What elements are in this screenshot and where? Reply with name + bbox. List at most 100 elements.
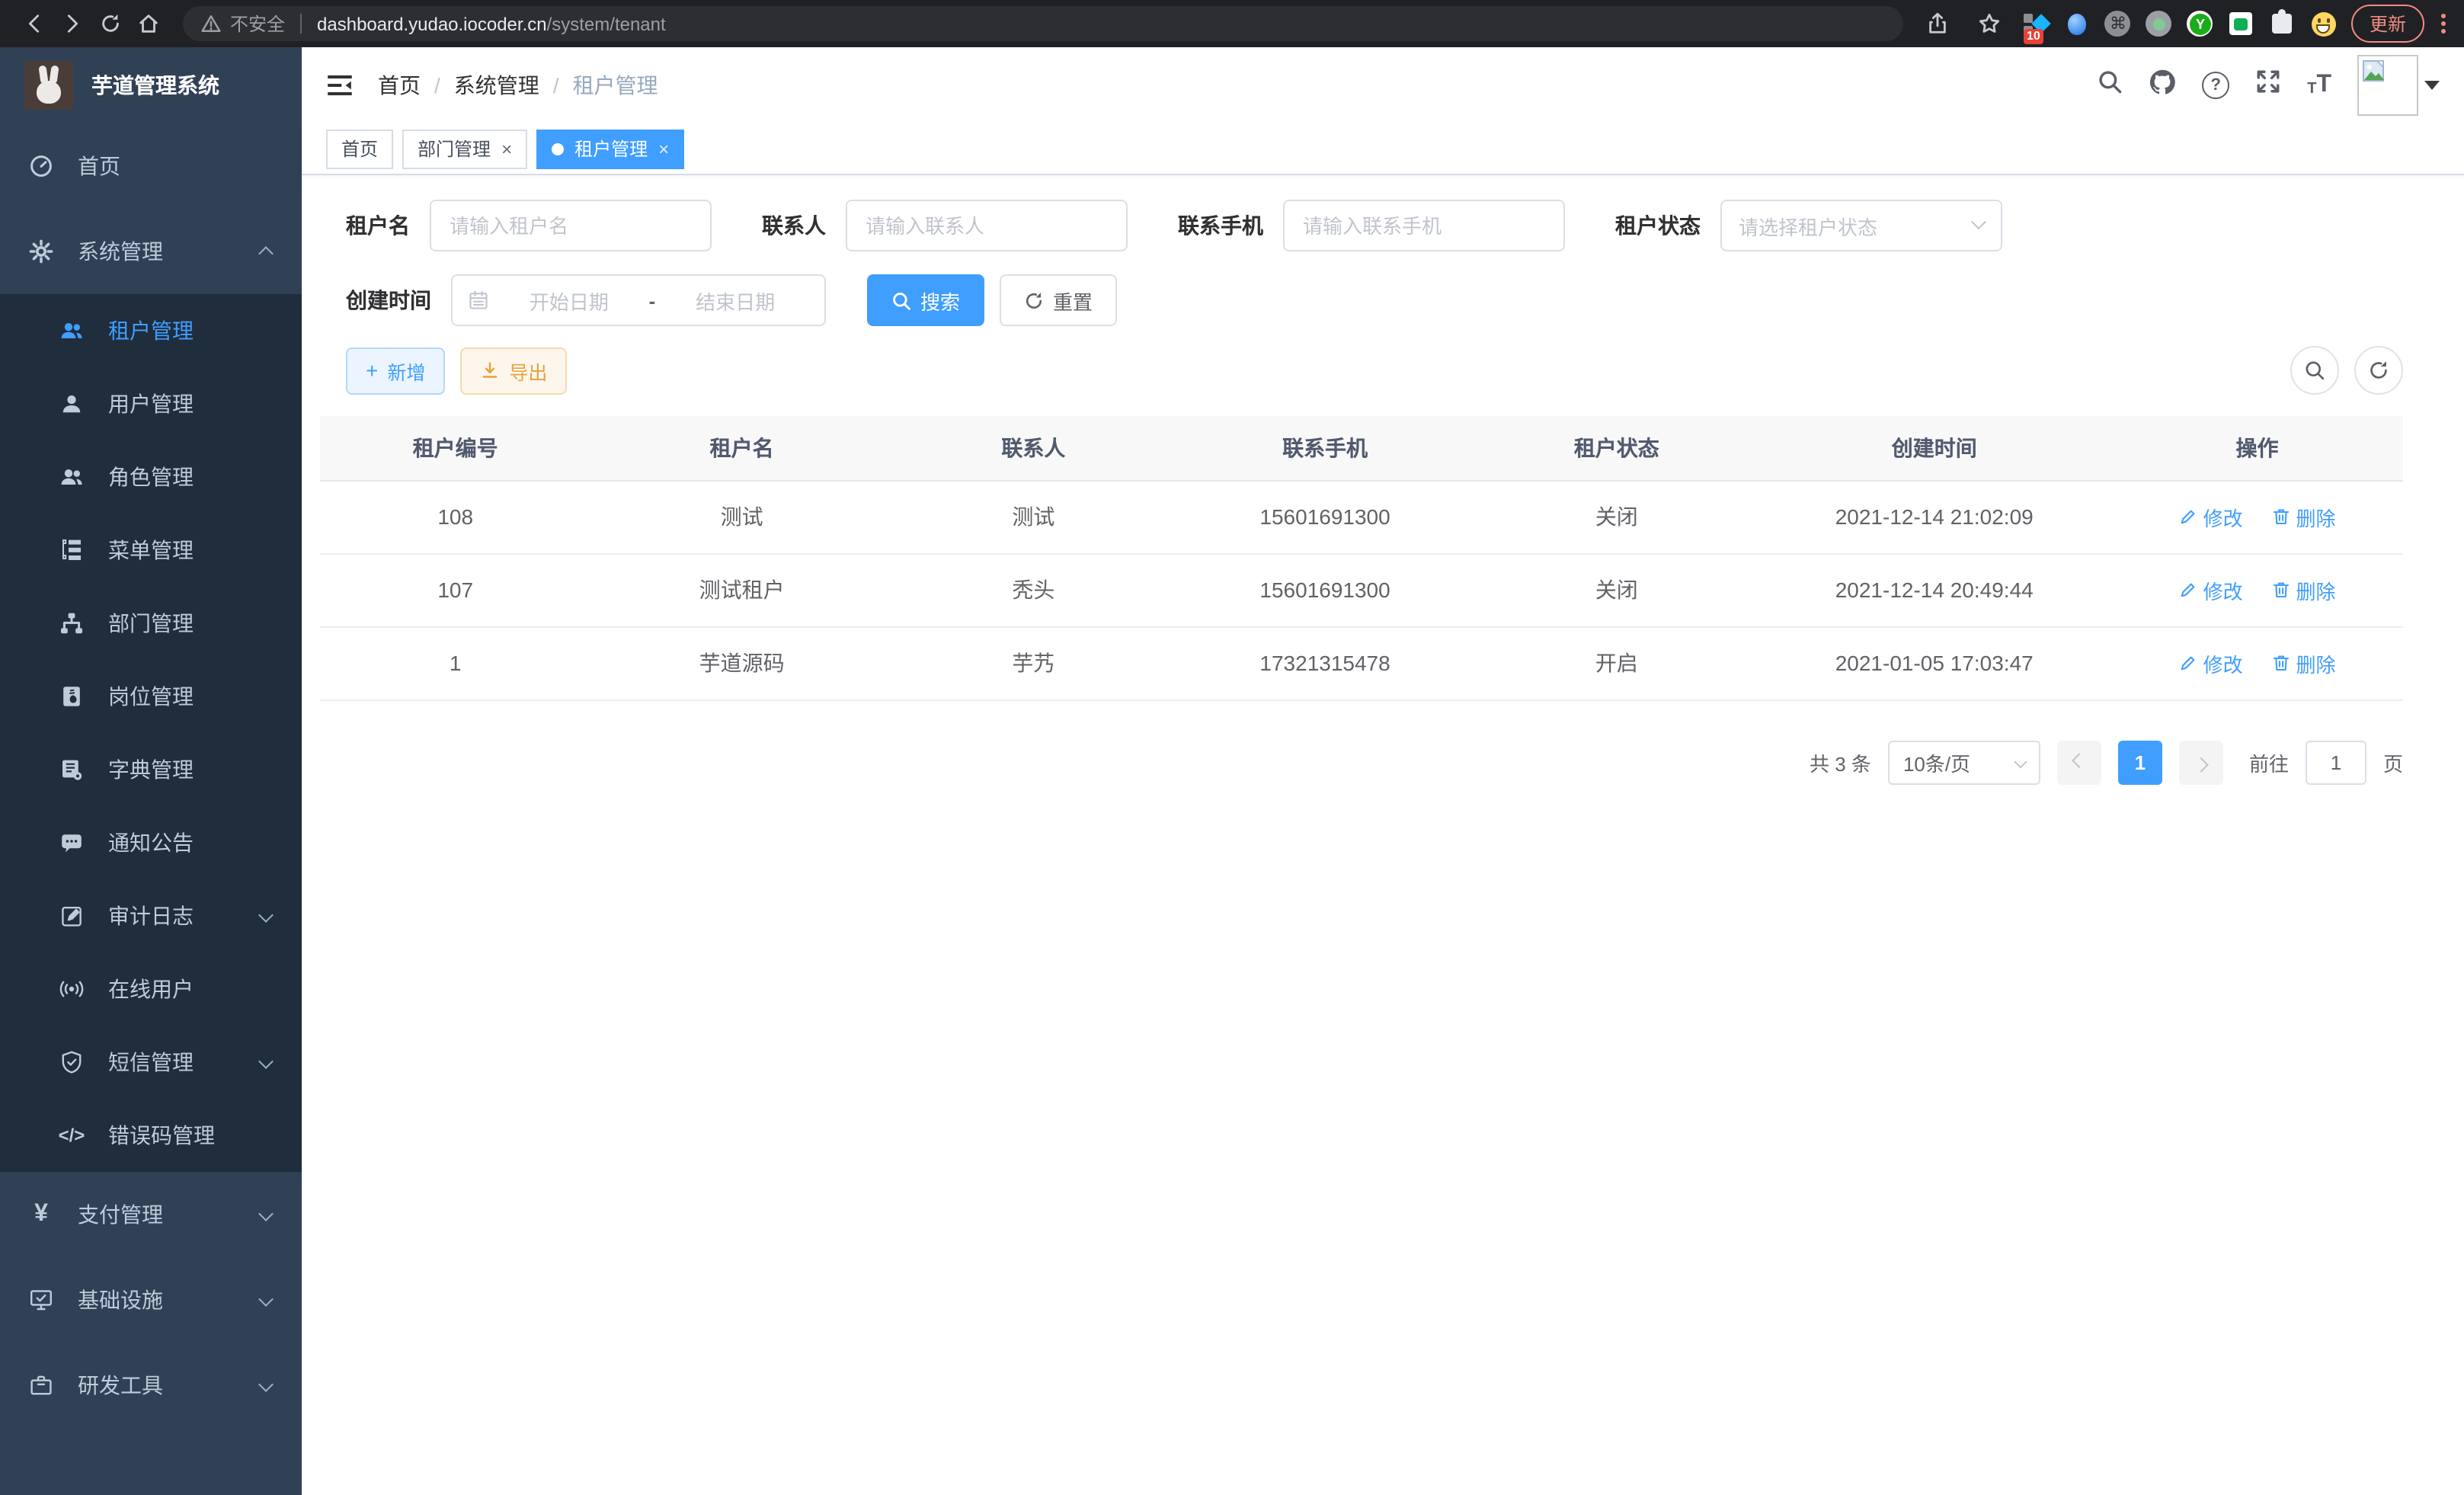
date-range-picker[interactable]: 开始日期 - 结束日期 [451,274,826,326]
reload-icon[interactable] [91,5,130,43]
table-row: 1 芋道源码 芋艿 17321315478 开启 2021-01-05 17:0… [320,626,2403,699]
tab-dept[interactable]: 部门管理 × [402,129,527,168]
dashboard-icon [27,154,55,178]
help-icon[interactable]: ? [2202,72,2229,99]
contact-input[interactable] [846,200,1128,251]
sidebar-item-user[interactable]: 用户管理 [0,367,302,440]
tags-view-bar: 首页 部门管理 × 租户管理 × [302,123,2464,175]
col-status: 租户状态 [1476,416,1757,480]
bookmark-star-icon[interactable] [1970,5,2008,43]
home-icon[interactable] [130,5,168,43]
extension-recorder-icon[interactable] [2146,10,2173,37]
refresh-table-icon[interactable] [2354,346,2403,395]
delete-link[interactable]: 删除 [2271,575,2335,604]
page-content: 租户名 联系人 联系手机 租户状态 [302,175,2464,1495]
fullscreen-icon[interactable] [2255,69,2281,102]
sidebar-item-system[interactable]: 系统管理 [0,209,302,294]
toggle-search-icon[interactable] [2290,346,2339,395]
next-page-button[interactable] [2179,740,2223,784]
delete-link[interactable]: 删除 [2271,648,2335,677]
yen-icon: ¥ [27,1201,55,1228]
sidebar-item-role[interactable]: 角色管理 [0,440,302,514]
app: 芋道管理系统 首页 系统管理 租户管 [0,47,2464,1495]
sidebar-item-tenant[interactable]: 租户管理 [0,294,302,367]
navbar-actions: ? TT [2097,55,2440,116]
edit-link[interactable]: 修改 [2179,575,2243,604]
profile-emoji-icon[interactable] [2310,10,2338,37]
tab-tenant[interactable]: 租户管理 × [536,129,684,168]
delete-link[interactable]: 删除 [2271,502,2335,531]
back-icon[interactable] [15,5,53,43]
security-chip[interactable]: 不安全 [201,11,285,37]
extension-tag-manager-icon[interactable]: 10 [2022,10,2050,37]
extension-yudao-icon[interactable]: Y [2187,10,2214,37]
edit-link[interactable]: 修改 [2179,648,2243,677]
url-host: dashboard.yudao.iocoder.cn [317,13,547,34]
sidebar-item-menu[interactable]: 菜单管理 [0,514,302,587]
edit-icon [2179,581,2197,599]
sidebar-item-online-user[interactable]: 在线用户 [0,952,302,1026]
sidebar-item-dept[interactable]: 部门管理 [0,587,302,660]
sidebar-item-post[interactable]: 岗位管理 [0,660,302,733]
sidebar-item-infra[interactable]: 基础设施 [0,1257,302,1343]
security-label: 不安全 [230,11,285,37]
sidebar-item-payment[interactable]: ¥ 支付管理 [0,1172,302,1257]
prev-page-button[interactable] [2057,740,2101,784]
sidebar-item-audit-log[interactable]: 审计日志 [0,879,302,952]
extension-command-icon[interactable]: ⌘ [2104,10,2132,37]
tenant-name-label: 租户名 [346,210,410,241]
url-bar[interactable]: 不安全 dashboard.yudao.iocoder.cn/system/te… [183,6,1903,41]
avatar [2357,55,2418,116]
col-tenant-id: 租户编号 [320,416,590,480]
message-icon [58,831,85,855]
phone-input[interactable] [1283,200,1565,251]
avatar-dropdown[interactable] [2357,55,2440,116]
extension-chat-icon[interactable] [2228,10,2255,37]
sidebar-item-dev-tools[interactable]: 研发工具 [0,1343,302,1428]
extensions-puzzle-icon[interactable] [2269,10,2296,37]
edit-link[interactable]: 修改 [2179,502,2243,531]
browser-update-button[interactable]: 更新 [2351,5,2424,43]
tenant-name-input[interactable] [430,200,712,251]
tab-home[interactable]: 首页 [326,129,393,168]
sidebar-item-sms[interactable]: 短信管理 [0,1026,302,1099]
extension-balloon-icon[interactable] [2063,10,2091,37]
breadcrumb: 首页 / 系统管理 / 租户管理 [378,70,658,101]
current-page-button[interactable]: 1 [2118,740,2162,784]
add-button[interactable]: + 新增 [346,347,445,394]
sidebar-item-home[interactable]: 首页 [0,123,302,209]
browser-toolbar: 不安全 dashboard.yudao.iocoder.cn/system/te… [0,0,2464,47]
reset-button[interactable]: 重置 [1000,274,1117,326]
status-select[interactable]: 请选择租户状态 [1720,200,2002,251]
browser-menu-icon[interactable] [2438,11,2449,37]
breadcrumb-home[interactable]: 首页 [378,70,421,101]
header-search-icon[interactable] [2097,69,2123,102]
logo-image [24,61,73,110]
chevron-down-icon [2014,756,2027,769]
page-size-select[interactable]: 10条/页 [1888,740,2040,784]
goto-page-input[interactable] [2306,740,2366,784]
sidebar-item-error-code[interactable]: </> 错误码管理 [0,1099,302,1172]
col-create-time: 创建时间 [1757,416,2111,480]
caret-down-icon [2424,81,2440,90]
chevron-left-icon [2072,752,2087,767]
close-icon[interactable]: × [501,139,512,158]
forward-icon[interactable] [53,5,91,43]
export-button[interactable]: 导出 [460,347,567,394]
warning-icon [201,14,221,34]
breadcrumb-system[interactable]: 系统管理 [454,70,539,101]
edit-icon [2179,654,2197,672]
table-toolbar: + 新增 导出 [346,346,2446,395]
share-icon[interactable] [1918,5,1957,43]
broken-image-icon [2362,59,2386,84]
tree-menu-icon [58,538,85,562]
sidebar-item-dict[interactable]: 字典管理 [0,733,302,806]
close-icon[interactable]: × [658,139,669,158]
plus-icon: + [366,358,378,383]
code-icon: </> [58,1125,85,1146]
github-icon[interactable] [2149,68,2176,103]
sidebar-collapse-icon[interactable] [326,72,354,99]
sidebar-item-notice[interactable]: 通知公告 [0,806,302,879]
search-button[interactable]: 搜索 [867,274,984,326]
font-size-icon[interactable]: TT [2307,73,2331,98]
